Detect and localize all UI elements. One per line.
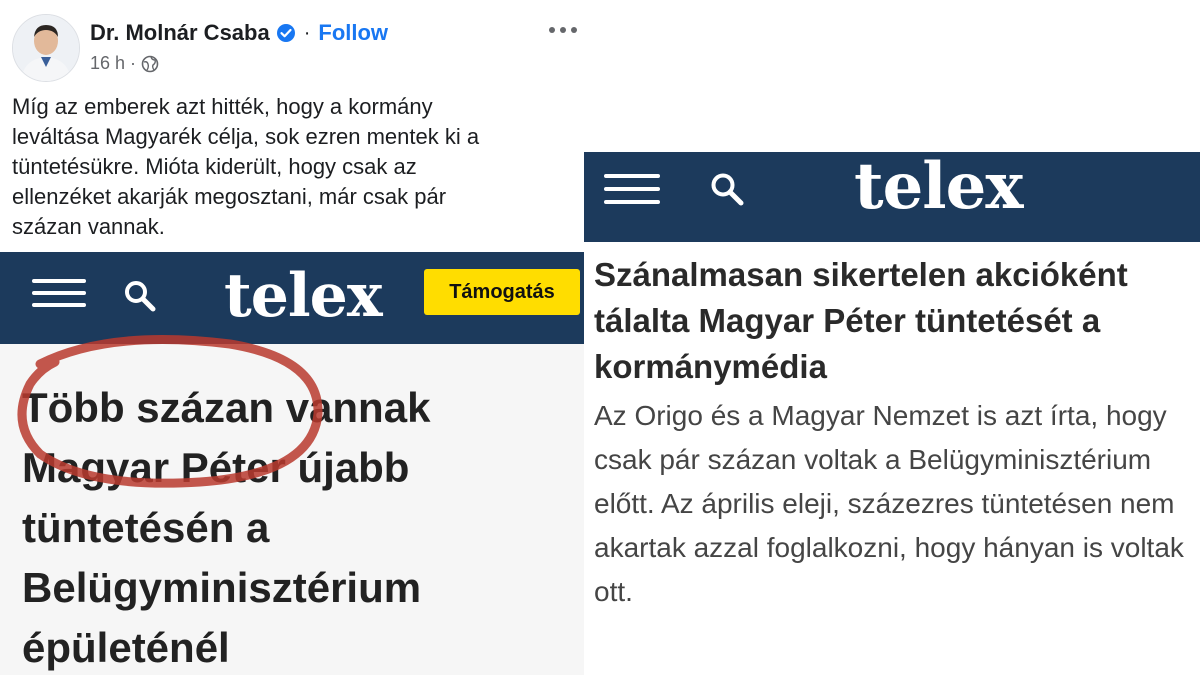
article-headline[interactable]: Több százan vannak Magyar Péter újabb tü… bbox=[22, 378, 572, 675]
meta-separator: · bbox=[130, 53, 137, 73]
post-time[interactable]: 16 h bbox=[90, 53, 125, 74]
follow-button[interactable]: Follow bbox=[318, 20, 388, 46]
search-icon[interactable] bbox=[122, 278, 158, 314]
article-headline[interactable]: Szánalmasan sikertelen akcióként tálalta… bbox=[594, 252, 1194, 390]
globe-icon bbox=[141, 55, 159, 73]
facebook-post: Dr. Molnár Csaba · Follow 16 h · Míg az … bbox=[0, 0, 600, 252]
menu-icon[interactable] bbox=[604, 174, 660, 204]
telex-logo[interactable]: telex bbox=[854, 152, 1023, 222]
telex-article-right: telex Szánalmasan sikertelen akcióként t… bbox=[584, 152, 1200, 602]
avatar[interactable] bbox=[12, 14, 80, 82]
avatar-image bbox=[13, 15, 79, 81]
support-button[interactable]: Támogatás bbox=[424, 269, 580, 315]
author-name[interactable]: Dr. Molnár Csaba bbox=[90, 20, 270, 46]
post-text: Míg az emberek azt hitték, hogy a kormán… bbox=[12, 94, 480, 239]
verified-badge-icon bbox=[276, 23, 296, 43]
post-meta: 16 h · bbox=[90, 53, 159, 74]
article-lead: Az Origo és a Magyar Nemzet is azt írta,… bbox=[594, 400, 1184, 602]
author-line: Dr. Molnár Csaba · Follow bbox=[90, 20, 388, 46]
telex-article-left: telex Támogatás Több százan vannak Magya… bbox=[0, 252, 584, 675]
telex-navbar: telex bbox=[584, 152, 1200, 242]
telex-navbar: telex Támogatás bbox=[0, 252, 584, 344]
separator-dot: · bbox=[303, 21, 311, 44]
search-icon[interactable] bbox=[708, 170, 746, 208]
menu-icon[interactable] bbox=[32, 279, 86, 307]
telex-logo[interactable]: telex bbox=[224, 256, 383, 336]
more-options-icon[interactable] bbox=[543, 17, 583, 43]
